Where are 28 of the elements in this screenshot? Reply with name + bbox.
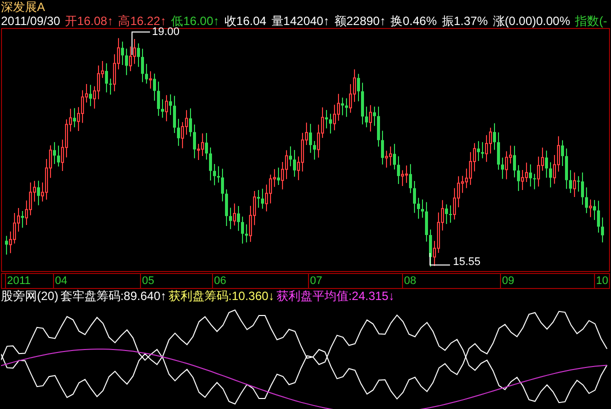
quote-field: 量142040↑ — [271, 14, 330, 28]
leader-line — [132, 32, 150, 56]
month-label: 05 — [140, 274, 154, 288]
stock-name: 深发展A — [1, 0, 46, 14]
price-label: 15.55 — [453, 256, 481, 268]
quote-field: 振1.37% — [442, 14, 488, 28]
month-label: 2011 — [5, 274, 31, 288]
quote-field: 指数(- — [575, 14, 608, 28]
quote-field: 涨(0.00)0.00% — [492, 14, 570, 28]
legend-label: 套牢盘筹码:89.640↑ — [60, 289, 166, 304]
quote-field: 2011/09/30 — [1, 14, 60, 28]
legend-label: 获利盘筹码:10.360↓ — [168, 289, 274, 304]
month-label: 10 — [594, 274, 608, 288]
quote-field: 换0.46% — [390, 14, 437, 28]
indicator-name: 股旁网(20) — [1, 289, 58, 304]
month-label: 09 — [500, 274, 514, 288]
month-label: 07 — [308, 274, 322, 288]
leader-line — [430, 252, 450, 266]
month-label: 08 — [402, 274, 416, 288]
quote-field: 额22890↑ — [334, 14, 386, 28]
legend-label: 获利盘平均值:24.315↓ — [276, 289, 394, 304]
month-label: 04 — [53, 274, 68, 288]
quote-field: 高16.22↑ — [118, 14, 166, 28]
month-label: 06 — [212, 274, 226, 288]
quote-field: 开16.08↑ — [65, 14, 114, 28]
quote-field: 低16.00↑ — [171, 14, 220, 28]
price-label: 19.00 — [152, 26, 180, 38]
quote-field: 收16.04 — [224, 14, 266, 28]
